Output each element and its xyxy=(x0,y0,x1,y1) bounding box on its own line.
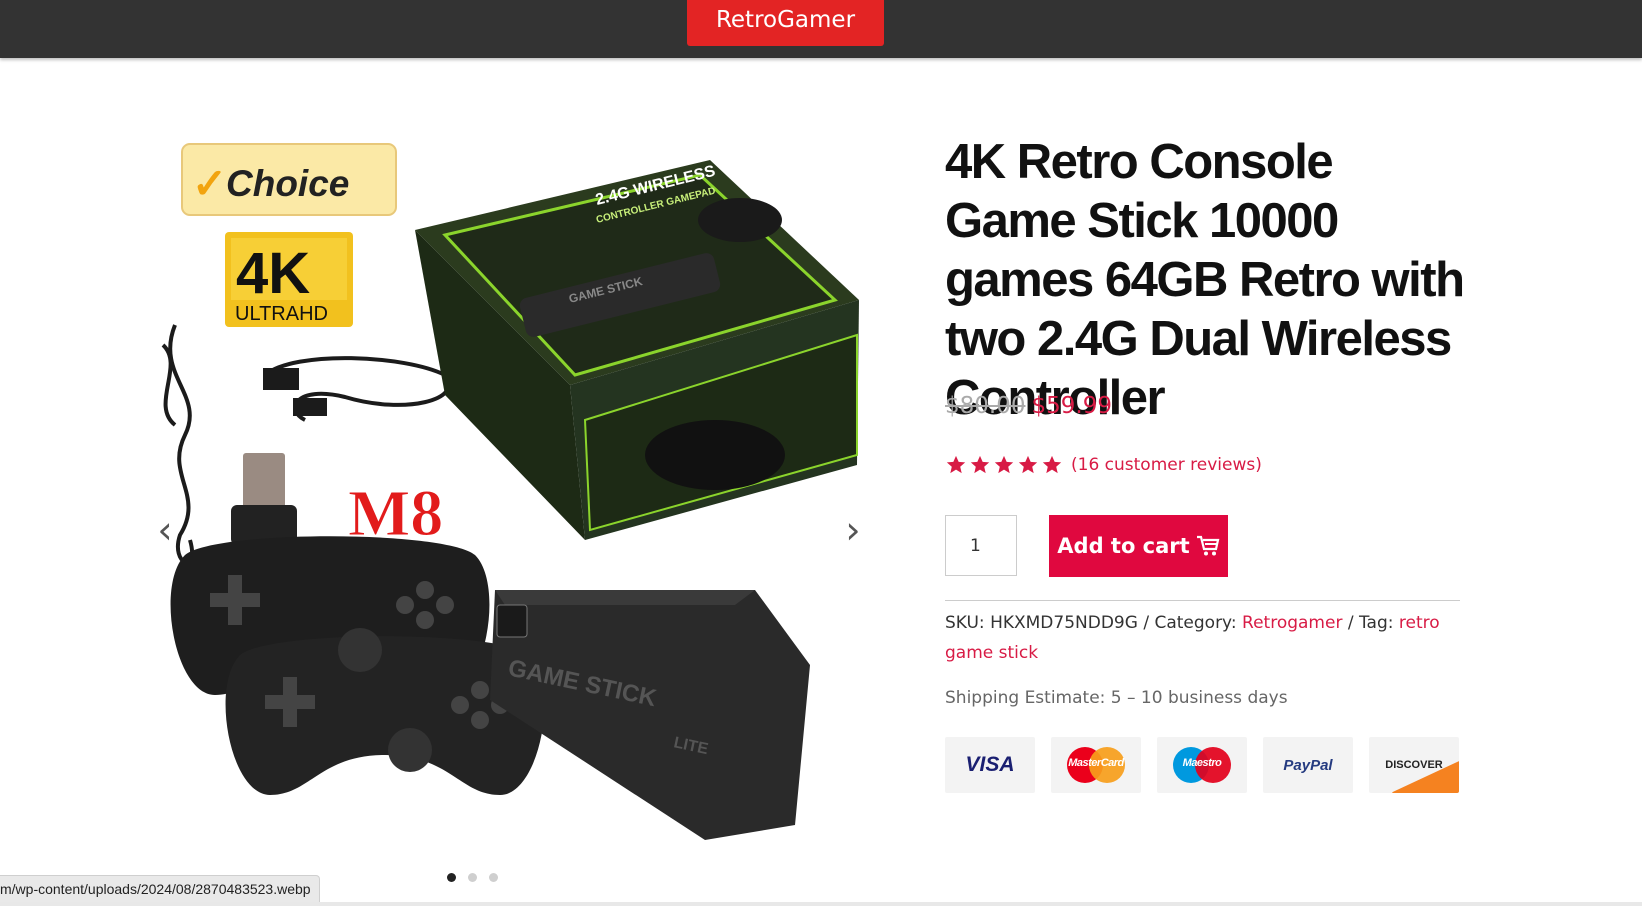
controllers xyxy=(170,536,545,795)
choice-label: Choice xyxy=(226,163,349,204)
usb-dongle xyxy=(231,453,297,545)
product-title: 4K Retro Console Game Stick 10000 games … xyxy=(945,135,1465,425)
old-price: $80.00 xyxy=(945,393,1026,419)
cart-icon xyxy=(1196,535,1220,556)
discover-logo: DISCOVER xyxy=(1369,737,1459,793)
bottom-line xyxy=(0,902,1642,906)
top-bar: RetroGamer xyxy=(0,0,1642,58)
paypal-logo: PayPal xyxy=(1263,737,1353,793)
game-stick: GAME STICK LITE xyxy=(490,590,810,840)
meta-separator: / xyxy=(1137,613,1155,633)
reviews-link[interactable]: (16 customer reviews) xyxy=(1071,455,1262,475)
category-label: Category: xyxy=(1154,613,1237,633)
product-box: 2.4G WIRELESS CONTROLLER GAMEPAD GAME ST… xyxy=(415,160,859,540)
star-icon xyxy=(970,455,990,474)
star-rating xyxy=(945,454,1065,476)
product-gallery[interactable]: ✓ Choice 4K ULTRAHD M8 2.4G WIRELESS CON… xyxy=(145,135,885,906)
product-image: ✓ Choice 4K ULTRAHD M8 2.4G WIRELESS CON… xyxy=(161,143,859,840)
maestro-logo: Maestro xyxy=(1157,737,1247,793)
add-to-cart-button[interactable]: Add to cart xyxy=(1049,515,1228,577)
maestro-label: Maestro xyxy=(1182,757,1222,769)
status-bar-url: m/wp-content/uploads/2024/08/2870483523.… xyxy=(0,875,320,903)
gallery-dot-1[interactable] xyxy=(447,873,456,882)
gallery-dots xyxy=(447,867,510,882)
discover-label: DISCOVER xyxy=(1385,759,1443,771)
mastercard-logo: MasterCard xyxy=(1051,737,1141,793)
shipping-estimate: Shipping Estimate: 5 – 10 business days xyxy=(945,688,1288,708)
choice-badge: ✓ Choice xyxy=(181,143,397,216)
sale-price: $59.99 xyxy=(1031,393,1112,419)
4k-badge: 4K ULTRAHD xyxy=(225,232,353,327)
price-block: $80.00 $59.99 xyxy=(945,393,1112,419)
divider xyxy=(945,600,1460,601)
gallery-dot-3[interactable] xyxy=(489,873,498,882)
gallery-next-arrow[interactable]: › xyxy=(836,510,870,550)
star-icon xyxy=(1018,455,1038,474)
star-icon xyxy=(1042,455,1062,474)
product-meta: SKU: HKXMD75NDD9G / Category: Retrogamer… xyxy=(945,608,1460,668)
mastercard-label: MasterCard xyxy=(1068,757,1124,769)
tag-label: Tag: xyxy=(1358,613,1394,633)
svg-text:✓: ✓ xyxy=(192,160,227,207)
4k-label: 4K xyxy=(236,241,310,306)
paypal-label: PayPal xyxy=(1283,756,1333,774)
add-to-cart-label: Add to cart xyxy=(1057,534,1190,558)
rating-block: (16 customer reviews) xyxy=(945,452,1262,478)
site-logo[interactable]: RetroGamer xyxy=(687,0,884,46)
gallery-prev-arrow[interactable]: ‹ xyxy=(148,510,182,550)
sku-label: SKU: xyxy=(945,613,985,633)
sku-value: HKXMD75NDD9G xyxy=(990,613,1138,633)
gallery-dot-2[interactable] xyxy=(468,873,477,882)
visa-label: VISA xyxy=(965,753,1015,776)
payment-methods: VISA MasterCard Maestro PayPal DISCOVER xyxy=(945,737,1459,793)
meta-separator: / xyxy=(1342,613,1359,633)
category-link[interactable]: Retrogamer xyxy=(1242,613,1342,633)
star-icon xyxy=(994,455,1014,474)
ultrahd-label: ULTRAHD xyxy=(235,303,328,325)
star-icon xyxy=(946,455,966,474)
quantity-input[interactable] xyxy=(945,515,1017,576)
visa-logo: VISA xyxy=(945,737,1035,793)
